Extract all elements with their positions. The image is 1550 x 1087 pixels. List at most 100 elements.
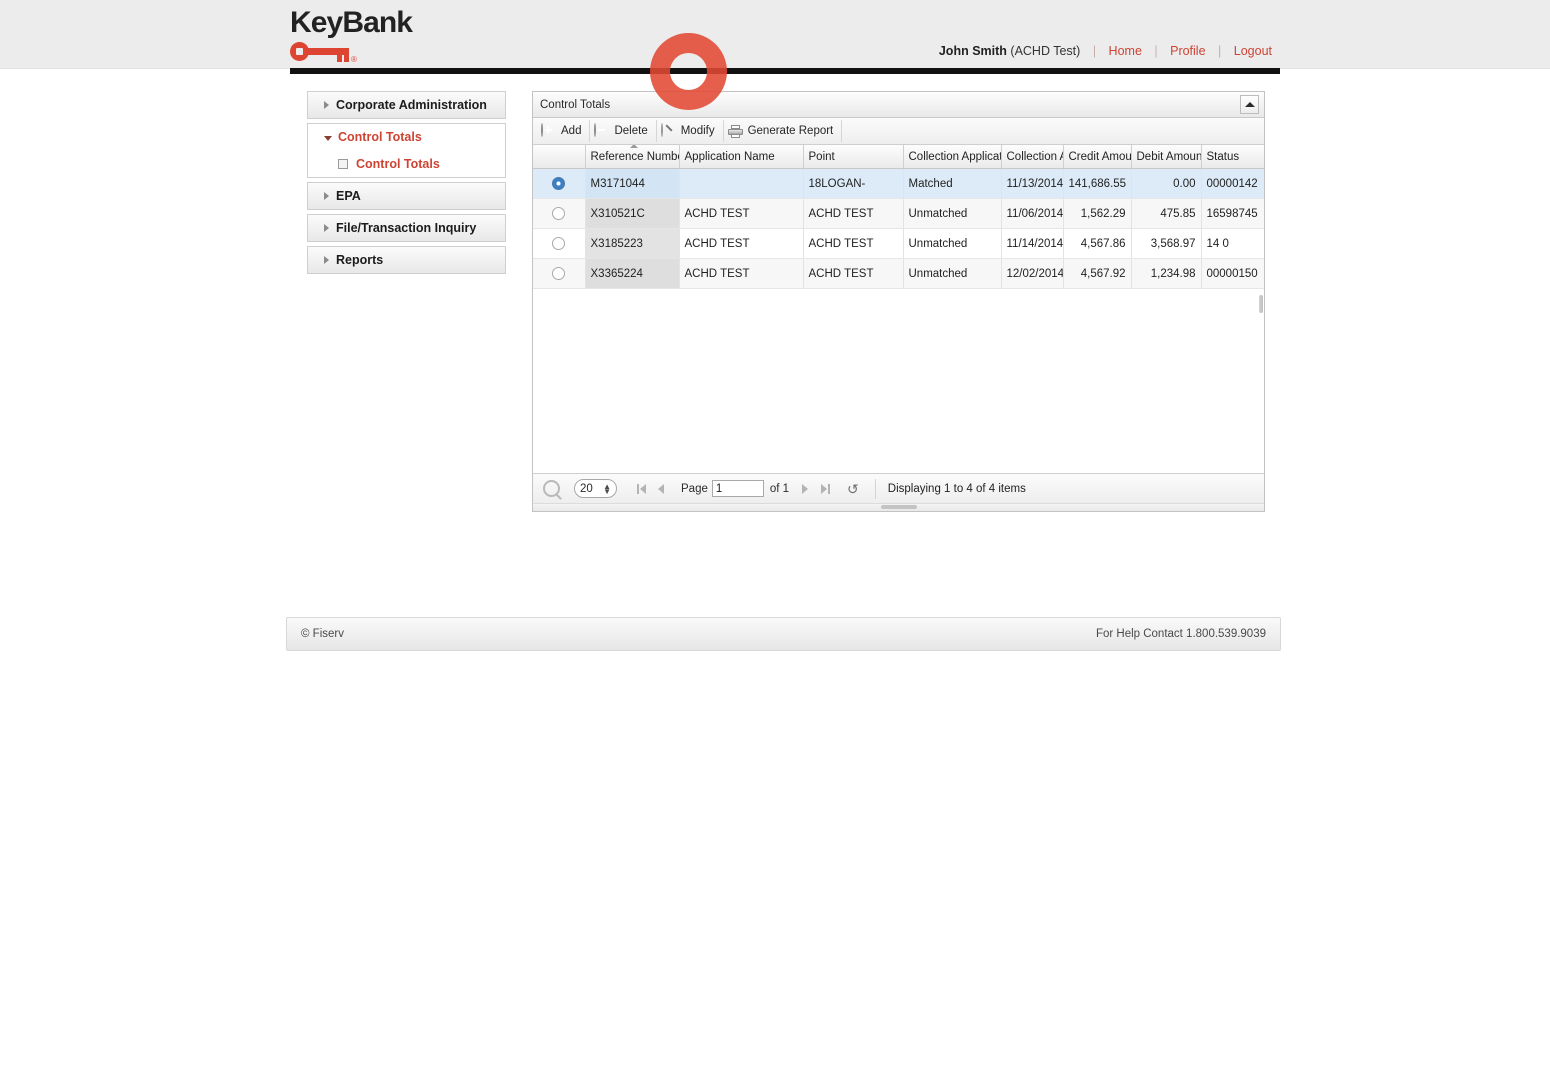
- grid-pager: 20 ▲▼ Page of 1 ↺ Displaying 1 to 4 of 4…: [533, 473, 1264, 503]
- profile-link[interactable]: Profile: [1170, 44, 1205, 58]
- page-footer: © Fiserv For Help Contact 1.800.539.9039: [286, 617, 1281, 651]
- panel-collapse-button[interactable]: [1240, 95, 1259, 114]
- prev-page-icon: [658, 483, 664, 494]
- home-link[interactable]: Home: [1109, 44, 1142, 58]
- last-page-button[interactable]: [815, 479, 835, 499]
- user-org: (ACHD Test): [1010, 44, 1081, 58]
- modify-button[interactable]: Modify: [657, 120, 724, 142]
- divider: |: [1154, 44, 1158, 58]
- cell-status: 14 0: [1201, 228, 1264, 259]
- sidebar-item-reports[interactable]: Reports: [308, 247, 505, 273]
- sidebar-item-file-transaction-inquiry[interactable]: File/Transaction Inquiry: [308, 215, 505, 241]
- delete-button[interactable]: Delete: [590, 120, 657, 142]
- sidebar-item-label: File/Transaction Inquiry: [336, 221, 477, 235]
- sidebar-item-control-totals[interactable]: Control Totals: [308, 124, 505, 150]
- column-header-collection-date[interactable]: Collection A: [1001, 145, 1064, 169]
- panel-title: Control Totals: [540, 98, 611, 111]
- last-page-icon: [820, 483, 827, 494]
- column-header-status[interactable]: Status: [1201, 145, 1264, 169]
- cell-collection-date: 12/02/2014: [1001, 258, 1064, 289]
- chevron-right-icon: [324, 192, 329, 200]
- prev-page-button[interactable]: [651, 479, 671, 499]
- table-row[interactable]: M3171044 18LOGAN- Matched 11/13/2014 141…: [533, 168, 1264, 199]
- row-radio-cell[interactable]: [533, 168, 586, 199]
- key-tooth-shape: [344, 48, 349, 62]
- cell-credit-amount: 4,567.86: [1063, 228, 1132, 259]
- row-radio-selected[interactable]: [552, 177, 566, 190]
- column-header-debit-amount[interactable]: Debit Amount: [1131, 145, 1202, 169]
- page-label: Page: [681, 482, 708, 495]
- generate-report-button[interactable]: Generate Report: [724, 120, 843, 142]
- row-radio[interactable]: [552, 207, 566, 220]
- sidebar-subitem-control-totals[interactable]: Control Totals: [308, 150, 505, 177]
- magnifier-icon[interactable]: [543, 480, 560, 497]
- panel-header: Control Totals: [533, 92, 1264, 118]
- row-radio[interactable]: [552, 267, 566, 280]
- refresh-icon[interactable]: ↺: [847, 482, 859, 496]
- page-number-input[interactable]: [711, 480, 764, 497]
- pencil-circle-icon: [660, 122, 676, 139]
- delete-button-label: Delete: [614, 125, 648, 137]
- cell-application-name: ACHD TEST: [679, 228, 804, 259]
- cell-credit-amount: 4,567.92: [1063, 258, 1132, 289]
- row-radio-cell[interactable]: [533, 228, 586, 259]
- divider: |: [1092, 44, 1097, 58]
- column-header-select[interactable]: [533, 145, 586, 169]
- cell-application-name: [679, 168, 804, 199]
- column-header-application-name[interactable]: Application Name: [679, 145, 804, 169]
- table-row[interactable]: X3185223 ACHD TEST ACHD TEST Unmatched 1…: [533, 228, 1264, 259]
- divider: |: [1218, 44, 1222, 58]
- grid-vertical-scrollbar[interactable]: [1259, 295, 1263, 313]
- column-header-reference-number[interactable]: Reference Numbe: [585, 145, 680, 169]
- collapse-up-icon: [1244, 102, 1255, 107]
- first-page-icon: [639, 483, 646, 494]
- control-totals-grid: Reference Numbe Application Name Point C…: [533, 145, 1264, 473]
- row-radio[interactable]: [552, 237, 566, 250]
- table-row[interactable]: X310521C ACHD TEST ACHD TEST Unmatched 1…: [533, 198, 1264, 229]
- sidebar-group-corporate-administration: Corporate Administration: [307, 91, 506, 119]
- page-total-label: of 1: [769, 482, 790, 495]
- cell-application-name: ACHD TEST: [679, 258, 804, 289]
- column-header-collection-application[interactable]: Collection Applicati: [903, 145, 1002, 169]
- resize-grip-handle[interactable]: [880, 505, 917, 509]
- next-page-button[interactable]: [795, 479, 815, 499]
- cell-debit-amount: 0.00: [1131, 168, 1202, 199]
- cell-debit-amount: 3,568.97: [1131, 228, 1202, 259]
- plus-circle-icon: [541, 122, 556, 139]
- logout-link[interactable]: Logout: [1234, 44, 1272, 58]
- cell-point: ACHD TEST: [803, 198, 904, 229]
- first-page-button[interactable]: [631, 479, 651, 499]
- cell-collection-application: Unmatched: [903, 198, 1002, 229]
- header-user-bar: John Smith (ACHD Test) | Home | Profile …: [939, 44, 1272, 58]
- brand-name: KeyBank: [290, 6, 413, 39]
- row-radio-cell[interactable]: [533, 258, 586, 289]
- key-tooth-shape: [337, 48, 342, 62]
- page-size-value: 20: [580, 482, 593, 495]
- panel-resize-bar[interactable]: [533, 503, 1264, 511]
- page-size-stepper[interactable]: 20 ▲ ▼: [574, 479, 617, 498]
- cell-reference-number: M3171044: [585, 168, 680, 199]
- cell-reference-number: X3185223: [585, 228, 680, 259]
- cell-debit-amount: 475.85: [1131, 198, 1202, 229]
- divider: [874, 478, 876, 499]
- cell-application-name: ACHD TEST: [679, 198, 804, 229]
- cell-reference-number: X3365224: [585, 258, 680, 289]
- cell-credit-amount: 141,686.55: [1063, 168, 1132, 199]
- column-header-point[interactable]: Point: [803, 145, 904, 169]
- pager-status-text: Displaying 1 to 4 of 4 items: [887, 482, 1026, 495]
- column-header-credit-amount[interactable]: Credit Amour: [1063, 145, 1132, 169]
- grid-table: Reference Numbe Application Name Point C…: [533, 145, 1264, 289]
- row-radio-cell[interactable]: [533, 198, 586, 229]
- sidebar-nav: Corporate Administration Control Totals …: [307, 91, 506, 278]
- keybank-logo[interactable]: KeyBank ®: [290, 8, 530, 64]
- cell-collection-date: 11/13/2014: [1001, 168, 1064, 199]
- sidebar-item-label: EPA: [336, 189, 361, 203]
- cell-point: ACHD TEST: [803, 228, 904, 259]
- sidebar-item-epa[interactable]: EPA: [308, 183, 505, 209]
- panel-toolbar: Add Delete Modify Generate Report: [533, 118, 1264, 145]
- add-button-label: Add: [561, 125, 582, 137]
- chevron-right-icon: [324, 256, 329, 264]
- table-row[interactable]: X3365224 ACHD TEST ACHD TEST Unmatched 1…: [533, 258, 1264, 289]
- add-button[interactable]: Add: [537, 120, 591, 142]
- sidebar-item-corporate-administration[interactable]: Corporate Administration: [308, 92, 505, 118]
